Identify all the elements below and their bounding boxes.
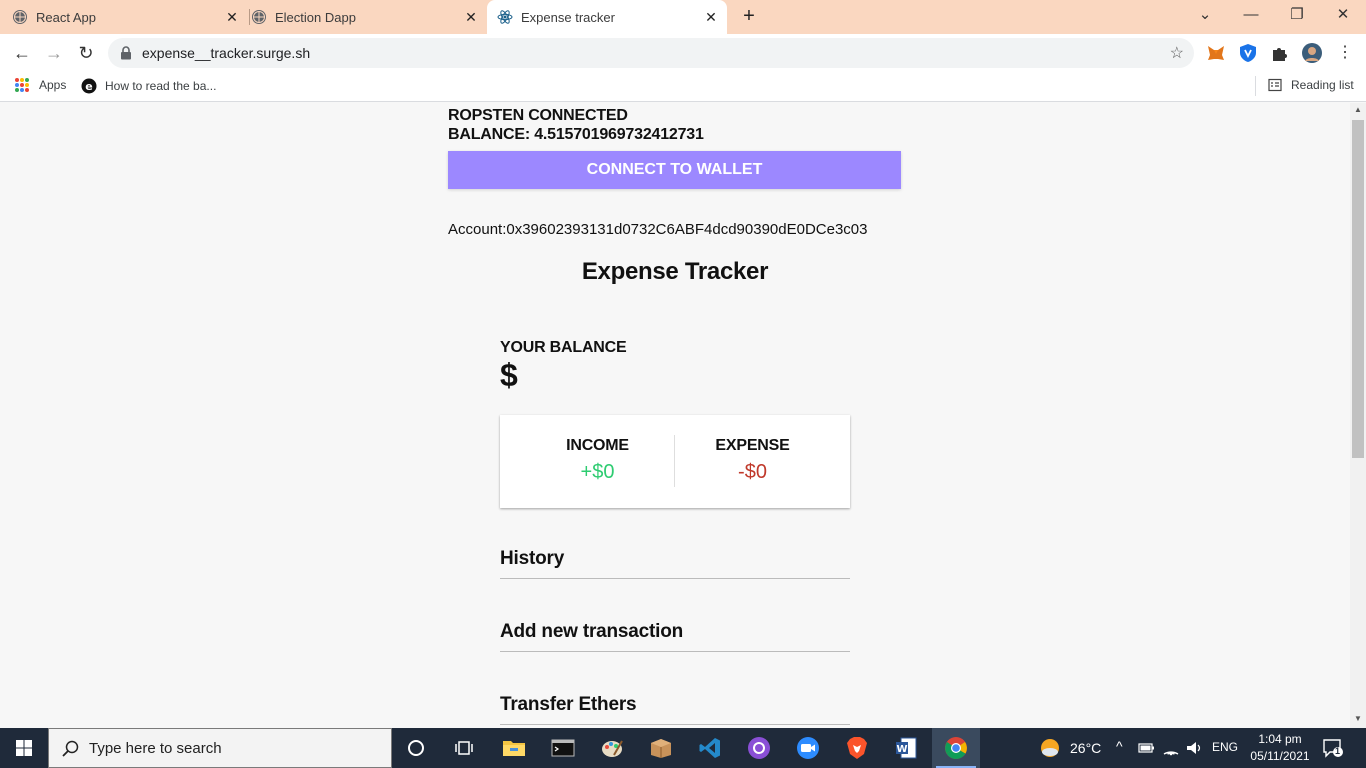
site-e-icon: e	[81, 78, 97, 94]
expense-amount: -$0	[738, 461, 767, 483]
file-explorer-icon[interactable]	[490, 728, 538, 768]
close-icon[interactable]: ✕	[463, 9, 479, 25]
chrome-icon[interactable]	[932, 728, 980, 768]
vscode-icon[interactable]	[686, 728, 734, 768]
bookmark-apps[interactable]: Apps	[15, 78, 66, 92]
svg-text:e: e	[85, 80, 92, 93]
metamask-fox-icon[interactable]	[1205, 42, 1227, 64]
wifi-icon[interactable]	[1162, 740, 1180, 756]
tab-expense-tracker[interactable]: Expense tracker ✕	[487, 0, 727, 34]
bookmarks-separator	[1255, 76, 1256, 96]
tab-label: Expense tracker	[521, 9, 615, 25]
url-text: expense__tracker.surge.sh	[142, 45, 311, 61]
transfer-ethers-heading: Transfer Ethers	[500, 694, 850, 725]
svg-text:W: W	[896, 744, 907, 755]
menu-dots-icon[interactable]: ⋮	[1333, 42, 1357, 64]
income-column: INCOME +$0	[510, 415, 685, 508]
scroll-up-arrow-icon[interactable]: ▲	[1350, 105, 1366, 117]
volume-icon[interactable]	[1186, 740, 1204, 756]
back-arrow-icon[interactable]: ←	[10, 42, 34, 64]
restore-button[interactable]: ❐	[1283, 4, 1311, 26]
tab-separator	[249, 9, 250, 25]
taskbar-search[interactable]: Type here to search	[48, 728, 392, 768]
extensions-puzzle-icon[interactable]	[1269, 42, 1291, 64]
page-title: Expense Tracker	[581, 258, 769, 285]
windows-taskbar: Type here to search W 26°C ^ ENG 1:04 pm…	[0, 728, 1366, 768]
page-content: ROPSTEN CONNECTED BALANCE: 4.51570196973…	[0, 103, 1350, 728]
reading-list-label: Reading list	[1291, 78, 1354, 92]
zoom-icon[interactable]	[784, 728, 832, 768]
minimize-button[interactable]: —	[1237, 4, 1265, 26]
income-label: INCOME	[566, 437, 629, 454]
package-icon[interactable]	[637, 728, 685, 768]
clock-date: 05/11/2021	[1250, 749, 1310, 763]
window-close-button[interactable]: ✕	[1329, 4, 1357, 26]
forward-arrow-icon[interactable]: →	[42, 42, 66, 64]
globe-icon	[13, 10, 27, 24]
battery-icon[interactable]	[1138, 741, 1156, 755]
new-tab-button[interactable]: +	[738, 5, 760, 27]
close-icon[interactable]: ✕	[703, 9, 719, 25]
tab-label: Election Dapp	[275, 9, 356, 25]
tab-react-app[interactable]: React App ✕	[12, 0, 248, 34]
notifications-button[interactable]: 1	[1322, 738, 1344, 758]
bookmark-how-to-read[interactable]: e How to read the ba...	[81, 78, 216, 94]
clock-time: 1:04 pm	[1258, 732, 1302, 746]
bookmark-label: How to read the ba...	[105, 79, 217, 93]
search-icon	[62, 740, 79, 757]
word-icon[interactable]: W	[882, 728, 930, 768]
bookmark-label: Apps	[39, 78, 67, 92]
lock-icon	[121, 46, 131, 60]
weather-temp[interactable]: 26°C	[1070, 740, 1101, 756]
close-icon[interactable]: ✕	[224, 9, 240, 25]
task-view-icon[interactable]	[440, 728, 488, 768]
shield-icon[interactable]	[1237, 42, 1259, 64]
bookmarks-bar: Apps e How to read the ba... Reading lis…	[0, 72, 1366, 102]
language-indicator[interactable]: ENG	[1212, 740, 1238, 754]
notification-count: 1	[1335, 746, 1341, 756]
windows-logo-icon	[16, 740, 32, 756]
weather-sun-cloud-icon[interactable]	[1038, 737, 1062, 759]
reading-list-icon	[1268, 78, 1282, 92]
globe-icon	[252, 10, 266, 24]
tab-election-dapp[interactable]: Election Dapp ✕	[251, 0, 487, 34]
network-status: ROPSTEN CONNECTED	[448, 107, 628, 124]
reload-icon[interactable]: ↻	[74, 42, 98, 64]
terminal-icon[interactable]	[539, 728, 587, 768]
tray-chevron-up-icon[interactable]: ^	[1116, 738, 1123, 754]
tab-search-chevron-icon[interactable]: ⌄	[1191, 4, 1219, 26]
system-clock[interactable]: 1:04 pm 05/11/2021	[1240, 731, 1320, 765]
eth-balance: BALANCE: 4.515701969732412731	[448, 126, 704, 143]
scroll-thumb[interactable]	[1352, 120, 1364, 458]
react-icon	[497, 10, 513, 24]
scroll-down-arrow-icon[interactable]: ▼	[1350, 714, 1366, 726]
tab-strip: React App ✕ Election Dapp ✕ Expense trac…	[0, 0, 1366, 34]
profile-avatar[interactable]	[1301, 42, 1323, 64]
expense-column: EXPENSE -$0	[665, 415, 840, 508]
account-address: Account:0x39602393131d0732C6ABF4dcd90390…	[448, 221, 868, 238]
expense-label: EXPENSE	[715, 437, 790, 454]
start-button[interactable]	[0, 728, 48, 768]
search-placeholder: Type here to search	[89, 740, 222, 757]
github-desktop-icon[interactable]	[735, 728, 783, 768]
bookmark-star-icon[interactable]: ☆	[1170, 43, 1184, 63]
browser-toolbar: ← → ↻ expense__tracker.surge.sh ☆ ⋮	[0, 34, 1366, 72]
income-amount: +$0	[580, 461, 615, 483]
notification-icon	[1323, 739, 1343, 758]
income-expense-card: INCOME +$0 EXPENSE -$0	[500, 415, 850, 508]
cortana-icon[interactable]	[392, 728, 440, 768]
history-heading: History	[500, 548, 850, 579]
add-transaction-heading: Add new transaction	[500, 621, 850, 652]
balance-label: YOUR BALANCE	[500, 339, 627, 356]
tab-label: React App	[36, 9, 96, 25]
brave-icon[interactable]	[833, 728, 881, 768]
paint-icon[interactable]	[588, 728, 636, 768]
page-scrollbar[interactable]: ▲ ▼	[1350, 103, 1366, 728]
apps-grid-icon	[15, 78, 29, 92]
address-bar[interactable]: expense__tracker.surge.sh ☆	[108, 38, 1194, 68]
wallet-status: ROPSTEN CONNECTED BALANCE: 4.51570196973…	[448, 106, 704, 144]
balance-amount: $	[500, 357, 518, 393]
connect-wallet-button[interactable]: CONNECT TO WALLET	[448, 151, 901, 189]
reading-list-button[interactable]: Reading list	[1268, 78, 1354, 92]
